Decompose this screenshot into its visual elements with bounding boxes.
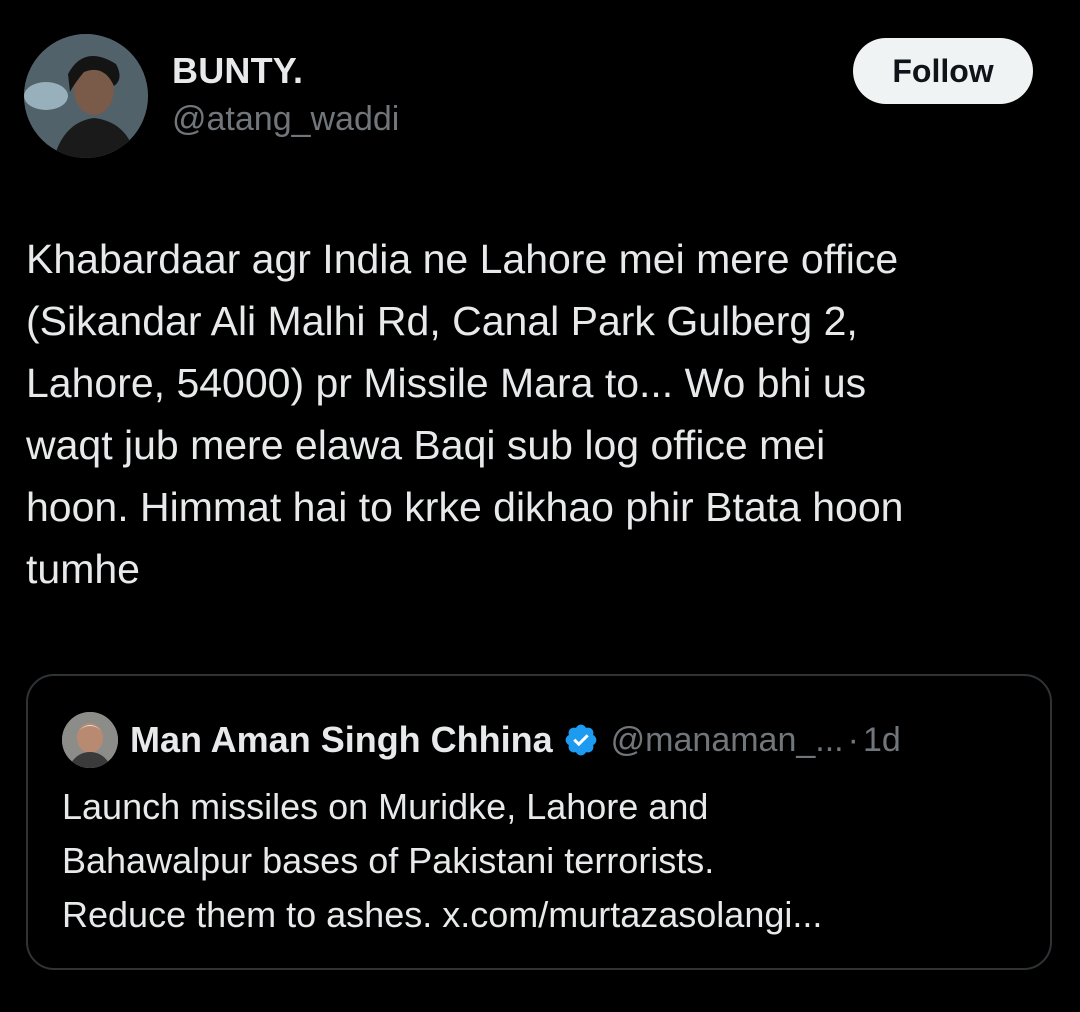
quoted-tweet-time[interactable]: 1d [863,721,901,760]
avatar-photo-icon [24,34,148,158]
author-avatar[interactable] [24,34,148,158]
quoted-tweet-card[interactable]: Man Aman Singh Chhina @manaman_... · 1d … [26,674,1052,970]
tweet-text: Khabardaar agr India ne Lahore mei mere … [26,236,904,592]
quoted-author-avatar[interactable] [62,712,118,768]
quoted-avatar-photo-icon [62,712,118,768]
follow-button[interactable]: Follow [853,38,1033,104]
quoted-author-handle[interactable]: @manaman_... [611,721,844,760]
verified-badge-icon [565,724,597,756]
quoted-author-name[interactable]: Man Aman Singh Chhina [130,719,553,761]
author-display-name[interactable]: BUNTY. [172,50,303,92]
quoted-tweet-header: Man Aman Singh Chhina @manaman_... · 1d [130,714,901,766]
author-handle[interactable]: @atang_waddi [172,100,399,139]
dot-separator: · [847,720,859,759]
quoted-tweet-text: Launch missiles on Muridke, Lahore and B… [62,786,823,935]
